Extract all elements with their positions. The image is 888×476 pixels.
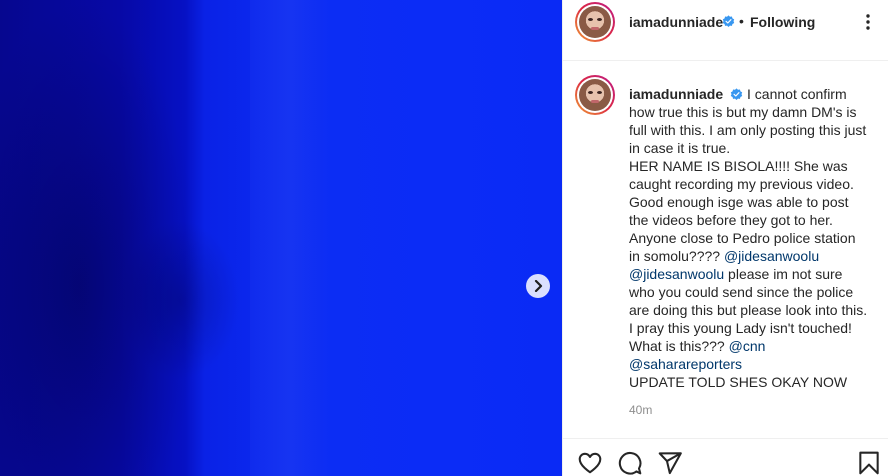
action-bar [563,446,888,476]
heart-icon[interactable] [577,450,603,476]
avatar-photo [579,6,611,38]
paper-plane-icon[interactable] [657,450,683,476]
verified-badge-icon [730,88,743,101]
mention-link[interactable]: @jidesanwoolu [724,248,819,264]
post-side-panel: iamadunniade • Following iamadunniade I … [562,0,888,476]
avatar[interactable] [575,75,615,115]
actions-divider [563,438,888,439]
post-header: iamadunniade • Following [563,0,888,44]
mention-link[interactable]: @saharareporters [629,356,742,372]
more-options-icon[interactable] [859,12,877,32]
avatar-photo [579,79,611,111]
header-username[interactable]: iamadunniade [629,14,723,30]
media-shadow-center [120,220,240,380]
post-media [0,0,562,476]
follow-separator: • [739,13,744,29]
comment-bubble-icon[interactable] [617,450,643,476]
media-light-band [250,0,330,476]
avatar[interactable] [575,2,615,42]
header-divider [563,60,888,61]
mention-link[interactable]: @jidesanwoolu [629,266,724,282]
mention-link[interactable]: @cnn [729,338,766,354]
caption-username[interactable]: iamadunniade [629,86,723,102]
verified-badge-icon [722,15,735,28]
next-media-button[interactable] [526,274,550,298]
bookmark-icon[interactable] [856,450,882,476]
caption-update: UPDATE TOLD SHES OKAY NOW [629,374,848,390]
chevron-right-icon [534,280,543,292]
post-caption: iamadunniade I cannot confirm how true t… [629,85,869,391]
post-timestamp[interactable]: 40m [629,403,652,417]
following-button[interactable]: Following [750,14,815,30]
